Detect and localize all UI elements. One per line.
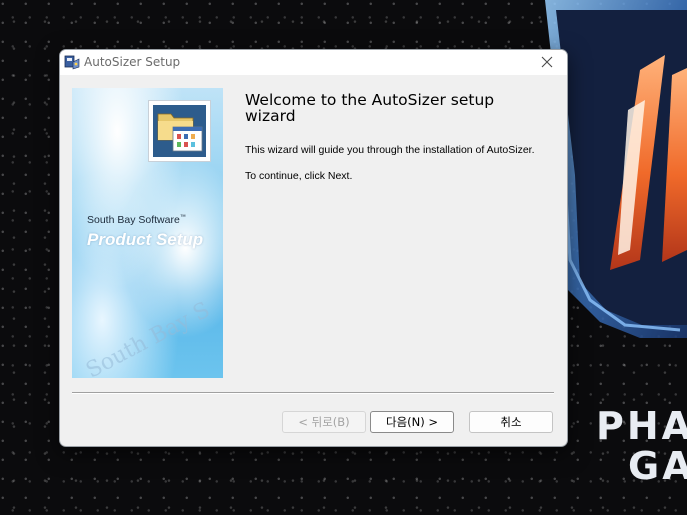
cancel-button[interactable]: 취소 — [469, 411, 553, 433]
title-bar[interactable]: AutoSizer Setup — [60, 50, 567, 75]
wizard-content: South Bay Software™ Product Setup South … — [60, 75, 567, 446]
vendor-watermark: South Bay S — [82, 297, 215, 378]
close-icon — [541, 53, 553, 72]
button-separator — [72, 392, 554, 394]
panel-heading: Product Setup — [87, 230, 204, 249]
intro-text: This wizard will guide you through the i… — [245, 144, 535, 156]
folder-icon — [157, 113, 203, 152]
next-button[interactable]: 다음(N) > — [370, 411, 454, 433]
close-button[interactable] — [527, 50, 567, 75]
window-title: AutoSizer Setup — [84, 55, 181, 69]
wizard-side-banner: South Bay Software™ Product Setup South … — [72, 88, 223, 378]
wallpaper-brand-line-1: PHA — [596, 404, 687, 448]
vendor-name: South Bay Software™ — [87, 214, 186, 226]
product-image — [148, 100, 211, 162]
setup-wizard-dialog: AutoSizer Setup South Bay Software™ Prod… — [59, 49, 568, 447]
back-button[interactable]: < 뒤로(B) — [282, 411, 366, 433]
installer-icon — [64, 54, 80, 70]
wallpaper-brand-line-2: GA — [628, 444, 687, 488]
welcome-heading: Welcome to the AutoSizer setup wizard — [245, 91, 495, 125]
continue-instruction: To continue, click Next. — [245, 170, 353, 182]
